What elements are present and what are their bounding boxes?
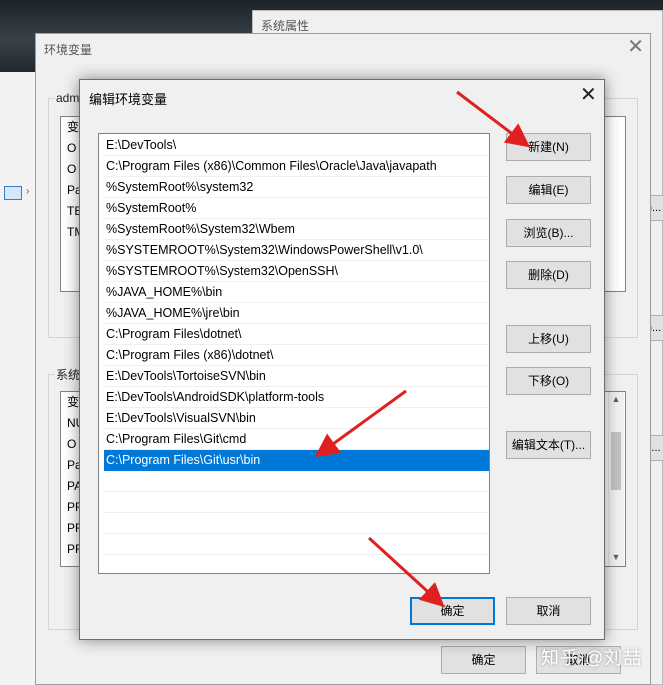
empty-row[interactable]	[104, 513, 489, 534]
path-entry[interactable]: %SystemRoot%	[104, 198, 489, 219]
path-entry[interactable]: C:\Program Files (x86)\Common Files\Orac…	[104, 156, 489, 177]
path-entry[interactable]: %SystemRoot%\System32\Wbem	[104, 219, 489, 240]
browse-button[interactable]: 浏览(B)...	[506, 219, 591, 247]
path-entry[interactable]: E:\DevTools\TortoiseSVN\bin	[104, 366, 489, 387]
environment-variables-title: 环境变量	[44, 43, 93, 57]
path-entry[interactable]: %JAVA_HOME%\jre\bin	[104, 303, 489, 324]
new-button[interactable]: 新建(N)	[506, 133, 591, 161]
user-variables-label: adm	[55, 91, 81, 105]
chevron-up-icon[interactable]: ▲	[609, 394, 623, 404]
path-entry[interactable]: E:\DevTools\	[104, 135, 489, 156]
move-down-button[interactable]: 下移(O)	[506, 367, 591, 395]
path-entry[interactable]: C:\Program Files\dotnet\	[104, 324, 489, 345]
chevron-right-icon[interactable]: ›	[26, 186, 29, 197]
path-entry[interactable]: C:\Program Files\Git\cmd	[104, 429, 489, 450]
path-list[interactable]: E:\DevTools\ C:\Program Files (x86)\Comm…	[98, 133, 490, 574]
dialog-title: 编辑环境变量	[89, 92, 168, 107]
edit-button[interactable]: 编辑(E)	[506, 176, 591, 204]
path-entry[interactable]: %SYSTEMROOT%\System32\WindowsPowerShell\…	[104, 240, 489, 261]
cancel-button[interactable]: 取消	[506, 597, 591, 625]
chevron-down-icon[interactable]: ▼	[609, 552, 623, 562]
path-entry[interactable]: E:\DevTools\VisualSVN\bin	[104, 408, 489, 429]
move-up-button[interactable]: 上移(U)	[506, 325, 591, 353]
empty-row[interactable]	[104, 471, 489, 492]
computer-icon[interactable]	[4, 186, 22, 200]
path-entry[interactable]: C:\Program Files (x86)\dotnet\	[104, 345, 489, 366]
path-entry[interactable]: %SystemRoot%\system32	[104, 177, 489, 198]
system-list-scrollbar[interactable]: ▲ ▼	[608, 392, 624, 566]
env-ok-button[interactable]: 确定	[441, 646, 526, 674]
path-entry[interactable]: %SYSTEMROOT%\System32\OpenSSH\	[104, 261, 489, 282]
system-variables-label: 系统	[55, 366, 82, 383]
empty-row[interactable]	[104, 555, 489, 573]
empty-row[interactable]	[104, 534, 489, 555]
watermark: 知乎 @刘喆	[541, 648, 643, 668]
close-icon[interactable]: ✕	[580, 84, 597, 106]
system-properties-title: 系统属性	[261, 19, 310, 33]
path-entry[interactable]: %JAVA_HOME%\bin	[104, 282, 489, 303]
scrollbar-thumb[interactable]	[611, 432, 621, 490]
path-entry[interactable]: E:\DevTools\AndroidSDK\platform-tools	[104, 387, 489, 408]
empty-row[interactable]	[104, 492, 489, 513]
edit-environment-variable-dialog: 编辑环境变量 ✕ E:\DevTools\ C:\Program Files (…	[79, 79, 605, 640]
ok-button[interactable]: 确定	[410, 597, 495, 625]
edit-text-button[interactable]: 编辑文本(T)...	[506, 431, 591, 459]
delete-button[interactable]: 删除(D)	[506, 261, 591, 289]
path-entry-selected[interactable]: C:\Program Files\Git\usr\bin	[104, 450, 489, 471]
close-icon[interactable]: ✕	[627, 36, 644, 58]
explorer-pane: ›	[0, 72, 36, 685]
